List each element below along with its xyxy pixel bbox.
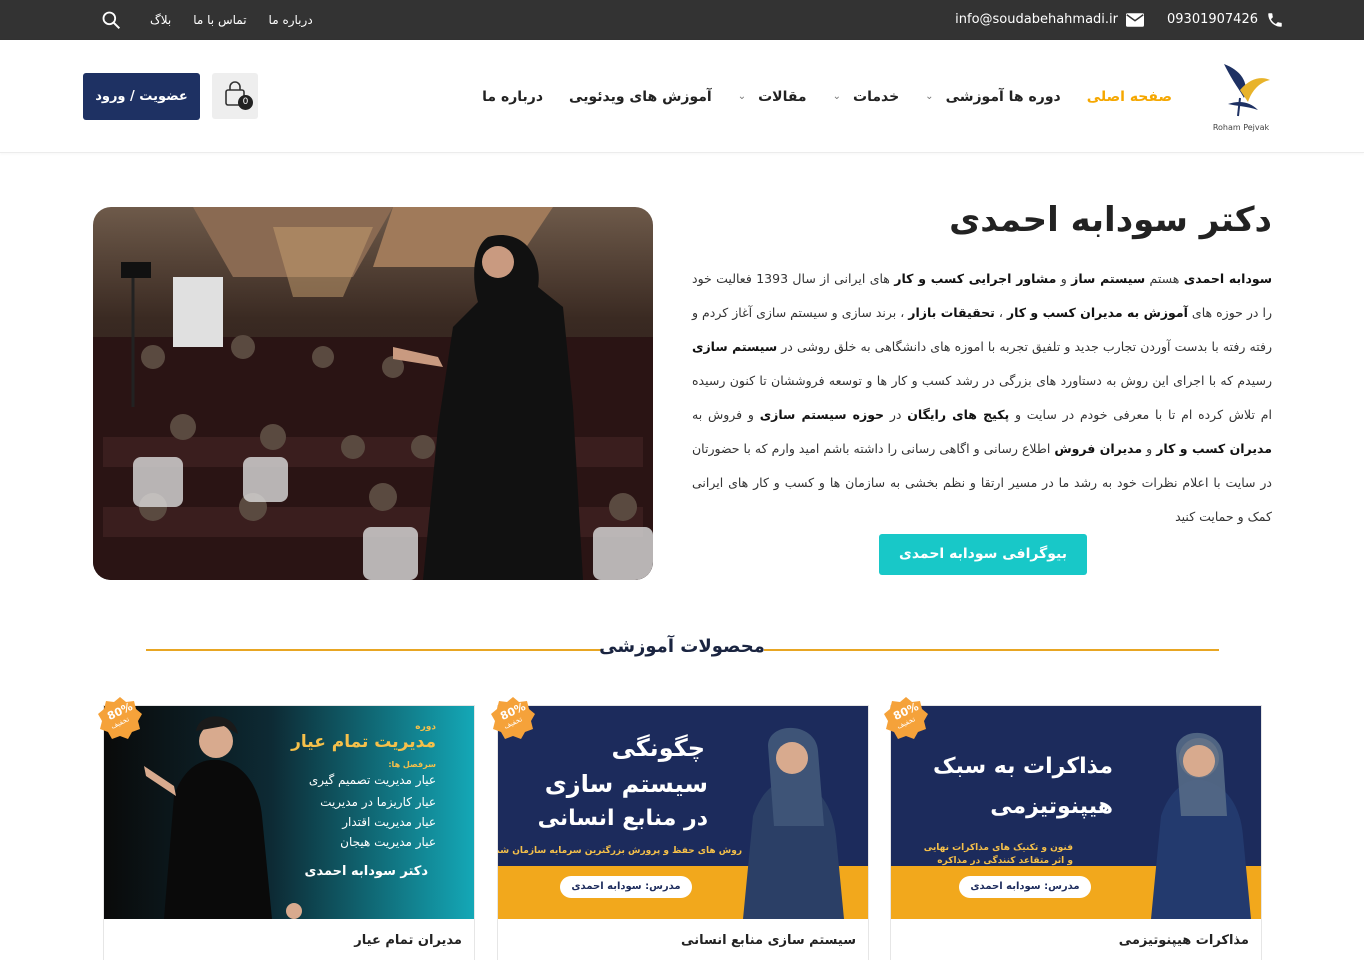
nav-articles-label: مقالات: [758, 88, 807, 105]
site-logo[interactable]: Roham Pejvak: [1210, 60, 1272, 132]
search-button[interactable]: [101, 10, 121, 30]
banner-list-item: عیار مدیریت اقتدار: [342, 815, 436, 829]
hero-text-run: و: [1142, 441, 1157, 456]
banner-list-item: عیار مدیریت هیجان: [340, 835, 436, 849]
banner-title-line-1: چگونگی: [611, 734, 705, 762]
main-nav: صفحه اصلی دوره ها آموزشی ⌄ خدمات ⌄ مقالات ⌄…: [482, 40, 1172, 153]
biography-button[interactable]: بیوگرافی سودابه احمدی: [879, 534, 1087, 575]
banner-subtitle-2: و اثر متقاعد کنندگی در مذاکره: [937, 856, 1073, 866]
banner-teacher: دکتر سودابه احمدی: [304, 864, 428, 879]
discount-badge: 80% تخفیف: [96, 695, 144, 743]
nav-services-label: خدمات: [853, 88, 900, 105]
hero-keyword: سیستم ساز: [1071, 271, 1146, 286]
hero-photo: [93, 207, 653, 580]
phone-icon: [1268, 13, 1282, 27]
nav-articles[interactable]: مقالات ⌄: [738, 89, 807, 105]
top-link-blog[interactable]: بلاگ: [150, 0, 171, 40]
banner-title-line-1: مدیریت تمام عیار: [291, 732, 436, 752]
product-banner: چگونگی سیستم سازی در منابع انسانی روش ها…: [497, 706, 868, 919]
nav-home[interactable]: صفحه اصلی: [1087, 89, 1172, 105]
hero-keyword: تحقیقات بازار: [908, 305, 995, 320]
phone-number: 09301907426: [1167, 12, 1258, 27]
hero-text-run: و فروش به: [692, 407, 760, 422]
bird-logo-icon: [1224, 64, 1270, 117]
nav-about-label: درباره ما: [482, 88, 544, 105]
envelope-icon: [1126, 13, 1144, 27]
shopping-bag-icon: [225, 81, 245, 106]
products-section-title: محصولات آموزشی: [599, 636, 765, 657]
hero-keyword: مشاور اجرایی کسب و کار: [894, 271, 1057, 286]
banner-kicker: دوره: [415, 722, 436, 732]
top-link-about[interactable]: درباره ما: [269, 0, 313, 40]
chevron-down-icon: ⌄: [737, 91, 747, 102]
banner-title-line-2: سیستم سازی: [544, 770, 708, 798]
main-header: Roham Pejvak صفحه اصلی دوره ها آموزشی ⌄ خ…: [0, 40, 1364, 153]
login-register-button[interactable]: عضویت / ورود: [83, 73, 200, 120]
top-links: بلاگ تماس با ما درباره ما: [150, 0, 313, 40]
hero-text-run: در: [884, 407, 908, 422]
hero-keyword: پکیج های رایگان: [907, 407, 1010, 422]
top-link-contact[interactable]: تماس با ما: [193, 0, 246, 40]
hero-keyword: آموزش به مدیران کسب و کار: [1006, 305, 1188, 320]
nav-about[interactable]: درباره ما: [482, 89, 543, 105]
phone-contact[interactable]: 09301907426: [1167, 0, 1284, 40]
hero-keyword: سودابه احمدی: [1183, 271, 1273, 286]
banner-title-line-2: هیپنوتیزمی: [990, 794, 1113, 819]
product-name[interactable]: مدیران تمام عیار: [354, 933, 462, 948]
email-contact[interactable]: info@soudabehahmadi.ir: [955, 0, 1144, 40]
banner-list-item: عیار مدیریت تصمیم گیری: [308, 773, 436, 787]
banner-title-line-1: مذاکرات به سبک: [932, 754, 1113, 779]
nav-courses[interactable]: دوره ها آموزشی ⌄: [925, 89, 1061, 105]
banner-list-item: عیار کاریزما در مدیریت: [320, 795, 436, 809]
discount-badge: 80% تخفیف: [489, 695, 537, 743]
discount-badge: 80% تخفیف: [882, 695, 930, 743]
hero-text-run: ،: [994, 305, 1007, 320]
product-card[interactable]: مذاکرات به سبک هیپنوتیزمی فنون و تکنیک ه…: [890, 705, 1262, 960]
nav-home-label: صفحه اصلی: [1086, 88, 1172, 105]
nav-videos-label: آموزش های ویدئویی: [569, 88, 712, 105]
search-icon: [102, 11, 121, 30]
hero-keyword: مدیران فروش: [1054, 441, 1143, 456]
banner-subheading: سرفصل ها:: [388, 760, 436, 769]
chevron-down-icon: ⌄: [832, 91, 841, 102]
hero-text-run: و: [1056, 271, 1072, 286]
product-name[interactable]: مذاکرات هیپنوتیزمی: [1119, 933, 1249, 948]
banner-subtitle-1: روش های حفظ و پرورش بزرگترین سرمایه سازم…: [497, 846, 742, 856]
hero-keyword: حوزه سیستم سازی: [759, 407, 885, 422]
product-banner: دوره مدیریت تمام عیار سرفصل ها: عیار مدی…: [104, 706, 474, 919]
cart-button[interactable]: 0: [212, 73, 258, 119]
chevron-down-icon: ⌄: [925, 91, 934, 102]
teacher-pill: مدرس: سودابه احمدی: [959, 876, 1091, 898]
teacher-pill: مدرس: سودابه احمدی: [560, 876, 692, 898]
product-card[interactable]: چگونگی سیستم سازی در منابع انسانی روش ها…: [497, 705, 869, 960]
hero-keyword: مدیران کسب و کار: [1156, 441, 1272, 456]
email-address: info@soudabehahmadi.ir: [955, 12, 1118, 27]
product-card[interactable]: دوره مدیریت تمام عیار سرفصل ها: عیار مدی…: [103, 705, 475, 960]
logo-text: Roham Pejvak: [1212, 123, 1270, 132]
nav-services[interactable]: خدمات ⌄: [833, 89, 900, 105]
banner-title-line-3: در منابع انسانی: [537, 806, 708, 831]
nav-videos[interactable]: آموزش های ویدئویی: [569, 89, 712, 105]
hero-paragraph: سودابه احمدی هستم سیستم ساز و مشاور اجرا…: [692, 262, 1272, 534]
hero-title: دکتر سودابه احمدی: [949, 200, 1272, 240]
top-bar: 09301907426 info@soudabehahmadi.ir بلاگ …: [0, 0, 1364, 40]
product-banner: مذاکرات به سبک هیپنوتیزمی فنون و تکنیک ه…: [891, 706, 1261, 919]
nav-courses-label: دوره ها آموزشی: [945, 88, 1061, 105]
hero-text-run: هستم: [1145, 271, 1184, 286]
banner-subtitle-1: فنون و تکنیک های مذاکرات نهایی: [923, 843, 1073, 853]
product-name[interactable]: سیستم سازی منابع انسانی: [681, 933, 856, 948]
cart-count-badge: 0: [238, 95, 253, 110]
hero-keyword: سیستم سازی: [692, 339, 778, 354]
